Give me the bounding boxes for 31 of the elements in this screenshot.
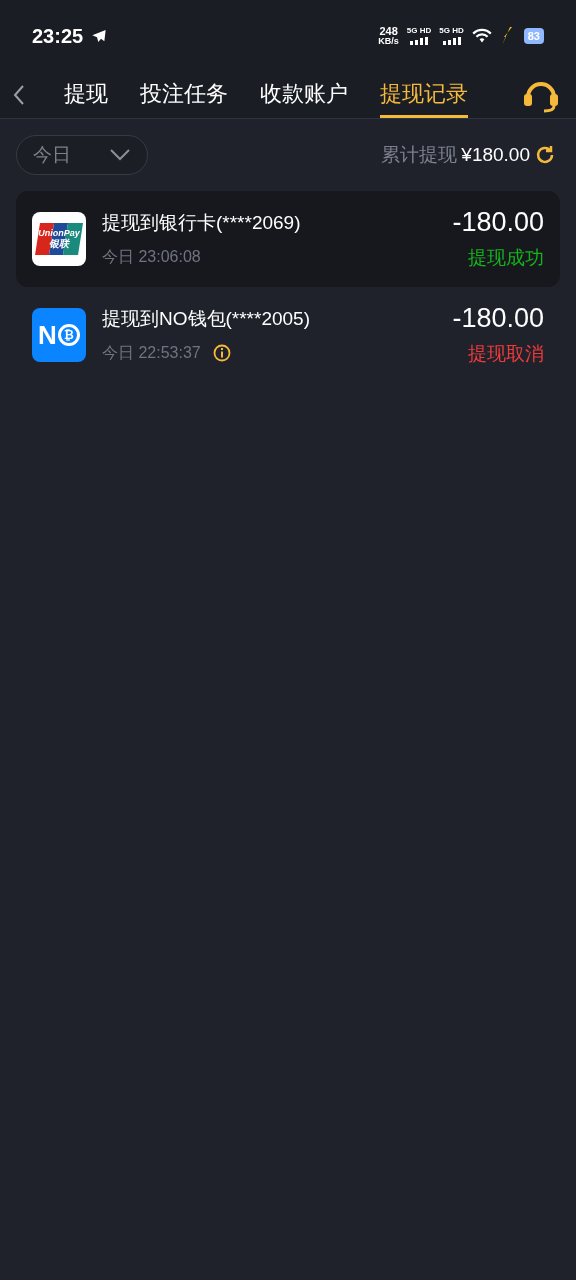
record-time: 今日 23:06:08 bbox=[102, 247, 201, 268]
clock: 23:25 bbox=[32, 24, 84, 49]
coin-icon: ₿ bbox=[57, 324, 80, 346]
record-amount: -180.00 bbox=[452, 205, 544, 239]
signal-icon bbox=[441, 37, 462, 45]
speed-value: 248 bbox=[379, 26, 398, 37]
wifi-icon bbox=[471, 28, 492, 44]
battery-level: 83 bbox=[523, 27, 544, 45]
network-label: 5G HD bbox=[406, 27, 432, 35]
tab[interactable]: 投注任务 bbox=[140, 72, 228, 118]
record-time: 今日 22:53:37 bbox=[102, 343, 201, 364]
logo-text: N bbox=[38, 322, 57, 348]
refresh-icon[interactable] bbox=[534, 144, 556, 166]
back-icon bbox=[12, 84, 26, 106]
tab[interactable]: 提现 bbox=[64, 72, 108, 118]
record-title: 提现到银行卡(****2069) bbox=[102, 210, 302, 235]
network-label: 5G HD bbox=[439, 27, 464, 35]
info-icon[interactable] bbox=[212, 344, 231, 363]
record-status: 提现成功 bbox=[468, 245, 544, 270]
summary-label: 累计提现 bbox=[381, 142, 458, 167]
chevron-down-icon bbox=[109, 148, 131, 162]
date-filter[interactable]: 今日 bbox=[16, 135, 148, 175]
tab[interactable]: 收款账户 bbox=[260, 72, 348, 118]
signal-icon bbox=[409, 37, 430, 45]
record-row[interactable]: N ₿ 提现到NO钱包(****2005) 今日 22:53:37 -180.00 提现取消 bbox=[16, 287, 560, 383]
send-icon bbox=[91, 28, 108, 44]
record-status: 提现取消 bbox=[468, 341, 544, 366]
record-title: 提现到NO钱包(****2005) bbox=[102, 306, 311, 331]
speed-unit: KB/s bbox=[378, 37, 399, 46]
record-amount: -180.00 bbox=[452, 301, 544, 335]
summary-amount: ¥180.00 bbox=[461, 142, 530, 167]
